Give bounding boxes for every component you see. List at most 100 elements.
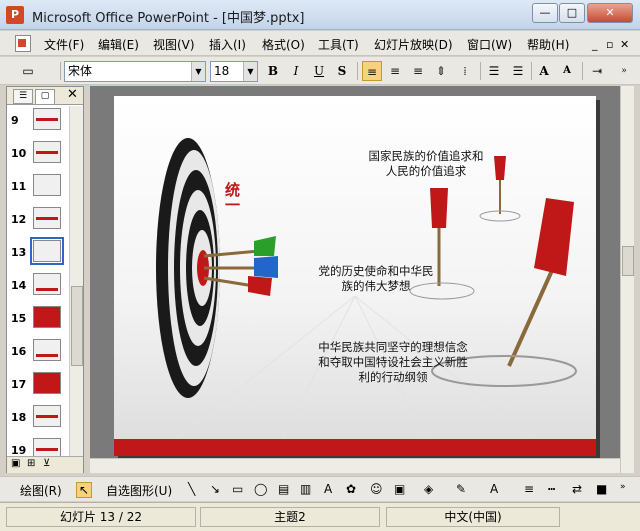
align-right-button[interactable]: ≡	[408, 61, 428, 81]
numbered-list-icon[interactable]: ☰	[484, 61, 504, 81]
list-item[interactable]: 12	[7, 205, 69, 235]
distribute-icon[interactable]: ⇕	[431, 61, 451, 81]
doc-restore-icon[interactable]: ▫	[606, 38, 613, 51]
sorter-view-icon[interactable]: ⊞	[27, 458, 35, 469]
menu-slideshow[interactable]: 幻灯片放映(D)	[374, 36, 453, 53]
decrease-font-icon[interactable]: A	[557, 61, 577, 81]
slide-thumbnail[interactable]	[33, 339, 61, 361]
menu-edit[interactable]: 编辑(E)	[98, 36, 139, 53]
slide-counter: 幻灯片 13 / 22	[6, 507, 196, 527]
font-size-combo[interactable]: 18 ▼	[210, 61, 258, 82]
picture-icon[interactable]: ▣	[394, 482, 405, 496]
vertical-textbox-icon[interactable]: ▥	[300, 482, 311, 496]
slide-canvas[interactable]: 统一 国家民族的价值追求和 人民的价值追求 党的历史使命和中华民 族的伟大梦想 …	[114, 96, 596, 456]
menu-file[interactable]: 文件(F)	[44, 36, 84, 53]
horizontal-scrollbar[interactable]	[90, 458, 620, 473]
menu-view[interactable]: 视图(V)	[153, 36, 195, 53]
font-color-icon[interactable]: A	[490, 482, 498, 496]
slide-thumbnail[interactable]	[33, 174, 61, 196]
menu-window[interactable]: 窗口(W)	[467, 36, 512, 53]
list-item[interactable]: 19	[7, 436, 69, 456]
dash-style-icon[interactable]: ┅	[548, 482, 555, 496]
outline-tab-icon[interactable]: ☰	[13, 89, 33, 104]
normal-view-icon[interactable]: ▣	[11, 458, 20, 469]
font-name-combo[interactable]: 宋体 ▼	[64, 61, 206, 82]
shadow-button[interactable]: S	[332, 61, 352, 81]
slide-thumbnail[interactable]	[33, 405, 61, 427]
menu-tools[interactable]: 工具(T)	[318, 36, 359, 53]
vertical-text-icon[interactable]: ⁞	[455, 61, 475, 81]
slide-vertical-title: 统一	[223, 182, 241, 212]
maximize-button[interactable]: □	[559, 3, 585, 23]
draw-menu-button[interactable]: 绘图(R)	[20, 482, 62, 499]
slide-thumbnail[interactable]	[33, 108, 61, 130]
document-icon[interactable]	[15, 35, 31, 52]
thumbnail-scrollbar[interactable]	[69, 106, 83, 456]
list-item[interactable]: 11	[7, 172, 69, 202]
line-color-icon[interactable]: ✎	[456, 482, 466, 496]
slide-thumbnail[interactable]	[33, 438, 61, 456]
line-tool-icon[interactable]: ╲	[188, 482, 195, 496]
thumbnail-number: 10	[11, 147, 27, 160]
menu-format[interactable]: 格式(O)	[262, 36, 305, 53]
list-item[interactable]: 9	[7, 106, 69, 136]
list-item[interactable]: 13	[7, 237, 69, 268]
list-item[interactable]: 16	[7, 337, 69, 367]
wordart-icon[interactable]: A	[324, 482, 332, 496]
chevron-down-icon[interactable]: ▼	[191, 62, 205, 81]
thumbnail-list: 9 10 11 12 13 14 15 16 17 18 19	[7, 106, 69, 456]
underline-button[interactable]: U	[309, 61, 329, 81]
list-item[interactable]: 18	[7, 403, 69, 433]
chevron-down-icon[interactable]: ▼	[243, 62, 257, 81]
doc-minimize-icon[interactable]: _	[592, 38, 598, 51]
list-item[interactable]: 15	[7, 304, 69, 334]
close-button[interactable]: ✕	[587, 3, 633, 23]
textbox-icon[interactable]: ▤	[278, 482, 289, 496]
list-item[interactable]: 10	[7, 139, 69, 169]
list-item[interactable]: 14	[7, 271, 69, 301]
bold-button[interactable]: B	[263, 61, 283, 81]
oval-tool-icon[interactable]: ◯	[254, 482, 267, 496]
vertical-scrollbar[interactable]	[620, 86, 634, 473]
indent-icon[interactable]: ⇥	[587, 61, 607, 81]
minimize-button[interactable]: —	[532, 3, 558, 23]
slide-thumbnail-selected[interactable]	[30, 237, 64, 265]
slide-thumbnail[interactable]	[33, 372, 61, 394]
doc-close-icon[interactable]: ✕	[620, 38, 629, 51]
rectangle-tool-icon[interactable]: ▭	[232, 482, 243, 496]
italic-button[interactable]: I	[286, 61, 306, 81]
increase-font-icon[interactable]: A	[534, 61, 554, 81]
arrow-tool-icon[interactable]: ↘	[210, 482, 220, 496]
autoshapes-button[interactable]: 自选图形(U)	[106, 482, 172, 499]
thumbnail-number: 11	[11, 180, 27, 193]
align-left-button[interactable]: ≡	[362, 61, 382, 81]
diagram-icon[interactable]: ✿	[346, 482, 356, 496]
toolbar-options-icon[interactable]: »	[614, 61, 634, 81]
thumbnail-number: 17	[11, 378, 27, 391]
fill-color-icon[interactable]: ◈	[424, 482, 433, 496]
shadow-style-icon[interactable]: ■	[596, 482, 607, 496]
thumbnail-number: 12	[11, 213, 27, 226]
menu-insert[interactable]: 插入(I)	[209, 36, 246, 53]
select-cursor-icon[interactable]: ↖	[76, 482, 93, 498]
line-style-icon[interactable]: ≡	[524, 482, 534, 496]
powerpoint-app-icon[interactable]: P	[6, 6, 24, 24]
slide-thumbnail[interactable]	[33, 273, 61, 295]
thumbnail-number: 19	[11, 444, 27, 456]
arrow-style-icon[interactable]: ⇄	[572, 482, 582, 496]
toolbar-options-icon[interactable]: »	[620, 482, 626, 492]
bullet-list-icon[interactable]: ☰	[508, 61, 528, 81]
slide-thumbnail[interactable]	[33, 141, 61, 163]
thumbnail-number: 14	[11, 279, 27, 292]
slide-thumbnail[interactable]	[33, 306, 61, 328]
new-slide-icon[interactable]: ▭	[18, 61, 38, 81]
close-icon[interactable]: ✕	[67, 87, 78, 102]
view-buttons: ▣ ⊞ ⊻	[7, 456, 83, 473]
clipart-icon[interactable]: ☺	[370, 482, 383, 496]
slideshow-view-icon[interactable]: ⊻	[43, 458, 50, 469]
slide-thumbnail[interactable]	[33, 207, 61, 229]
menu-help[interactable]: 帮助(H)	[527, 36, 569, 53]
list-item[interactable]: 17	[7, 370, 69, 400]
slides-tab-icon[interactable]: ▢	[35, 89, 55, 104]
align-center-button[interactable]: ≡	[385, 61, 405, 81]
